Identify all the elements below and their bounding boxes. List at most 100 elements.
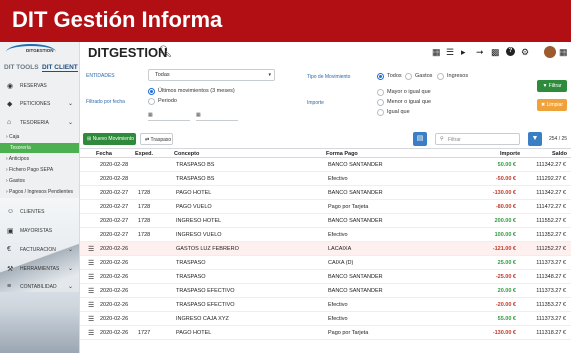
filtrar-button[interactable]: ▼ Filtrar: [537, 80, 567, 92]
funnel-icon[interactable]: ▼: [528, 132, 542, 146]
cell-forma-pago: Efectivo: [328, 316, 348, 322]
cell-saldo: 111353.27 €: [536, 302, 566, 308]
radio-label: Gastos: [415, 73, 433, 79]
sidebar-item-reservas[interactable]: ◉ RESERVAS: [0, 79, 79, 93]
cell-saldo: 111373.27 €: [536, 316, 566, 322]
nuevo-movimiento-button[interactable]: ⊞ Nuevo Movimiento: [83, 133, 136, 145]
limpiar-label: Limpiar: [546, 102, 563, 108]
tab-dit-client[interactable]: DIT CLIENT: [42, 64, 78, 72]
list-icon[interactable]: ☰: [446, 47, 454, 58]
sidebar-item-label: FACTURACION: [20, 247, 56, 253]
sidebar-subitem[interactable]: › Gastos: [0, 176, 79, 186]
sidebar-subitem[interactable]: › Caja: [0, 132, 79, 142]
plus-icon: ⊞: [87, 136, 92, 142]
sidebar-subitem[interactable]: › Fichero Pago SEPA: [0, 165, 79, 175]
sidebar-item-tesoreria[interactable]: ⌂ TESORERIA ⌄: [0, 116, 79, 130]
help-icon[interactable]: ?: [506, 47, 515, 56]
row-menu-icon[interactable]: ☰: [88, 245, 94, 253]
sidebar-item-contabilidad[interactable]: ≡ CONTABILIDAD ⌄: [0, 280, 79, 294]
chevron-down-icon: ⌄: [68, 247, 74, 253]
sidebar-item-facturacion[interactable]: € FACTURACION ⌄: [0, 243, 79, 257]
filter-input[interactable]: ⚲ Filtrar: [435, 133, 520, 145]
row-menu-icon[interactable]: ☰: [88, 259, 94, 267]
table-row[interactable]: ☰ 2020-02-26 TRASPASO CAIXA (D) 25.00 € 11137…: [80, 256, 571, 270]
document-icon[interactable]: ▤: [413, 132, 427, 146]
cell-forma-pago: BANCO SANTANDER: [328, 218, 383, 224]
table-row[interactable]: ☰ 2020-02-26 TRASPASO BANCO SANTANDER -25.00…: [80, 270, 571, 284]
cell-forma-pago: BANCO SANTANDER: [328, 190, 383, 196]
cell-saldo: 111352.27 €: [536, 232, 566, 238]
header-exped[interactable]: Exped.: [135, 151, 153, 157]
header-forma-pago[interactable]: Forma Pago: [326, 151, 358, 157]
entidades-label: ENTIDADES: [86, 73, 115, 79]
cell-fecha: 2020-02-26: [100, 288, 129, 294]
sidebar-subitem[interactable]: Tesorería: [0, 143, 79, 153]
wrench-icon: ⚒: [7, 266, 14, 273]
cell-concepto: INGRESO HOTEL: [176, 218, 222, 224]
date-from-field[interactable]: ▦: [148, 112, 190, 121]
sidebar-item-herramientas[interactable]: ⚒ HERRAMIENTAS ⌄: [0, 262, 79, 276]
sidebar-item-mayoristas[interactable]: ▣ MAYORISTAS: [0, 224, 79, 238]
table-row[interactable]: ☰ 2020-02-26 GASTOS LUZ FEBRERO LACAIXA -121…: [80, 242, 571, 256]
avatar[interactable]: [544, 46, 556, 58]
row-menu-icon[interactable]: ☰: [88, 273, 94, 281]
tipo-movimiento-label: Tipo de Movimiento: [307, 74, 351, 80]
header-importe[interactable]: Importe: [500, 151, 520, 157]
table-row[interactable]: 2020-02-27 1728 PAGO HOTEL BANCO SANTANDER -…: [80, 186, 571, 200]
sidebar-item-label: CONTABILIDAD: [20, 284, 57, 290]
cell-importe: 100.00 €: [494, 232, 516, 238]
logout-icon[interactable]: ➞: [476, 47, 484, 58]
cell-importe: 50.00 €: [497, 162, 516, 168]
apps-grid-icon[interactable]: ▦: [559, 47, 568, 58]
table-row[interactable]: ☰ 2020-02-26 1727 PAGO HOTEL Pago por Tarjet…: [80, 326, 571, 340]
transfer-icon: ⇄: [145, 137, 150, 143]
cell-forma-pago: BANCO SANTANDER: [328, 288, 383, 294]
date-to-field[interactable]: ▦: [196, 112, 238, 121]
cell-fecha: 2020-02-26: [100, 316, 129, 322]
speaker-icon[interactable]: ▸: [461, 47, 466, 58]
cell-saldo: 111373.27 €: [536, 260, 566, 266]
table-row[interactable]: 2020-02-27 1728 INGRESO VUELO Efectivo 100.0…: [80, 228, 571, 242]
traspaso-button[interactable]: ⇄ Traspaso: [140, 133, 173, 145]
table-row[interactable]: 2020-02-27 1728 INGRESO HOTEL BANCO SANTAND…: [80, 214, 571, 228]
sidebar-item-clientes[interactable]: ☺ CLIENTES: [0, 205, 79, 219]
limpiar-button[interactable]: ✖ Limpiar: [537, 99, 567, 111]
search-icon[interactable]: 🔍︎: [158, 45, 172, 58]
table-row[interactable]: ☰ 2020-02-26 TRASPASO EFECTIVO Efectivo -20.…: [80, 298, 571, 312]
cell-forma-pago: Efectivo: [328, 302, 348, 308]
sidebar-tabs: DIT TOOLS DIT CLIENT: [2, 64, 79, 74]
sidebar-item-peticiones[interactable]: ◆ PETICIONES ⌄: [0, 97, 79, 111]
cell-saldo: 111318.27 €: [536, 330, 566, 336]
chart-icon[interactable]: ▩: [491, 47, 500, 58]
row-menu-icon[interactable]: ☰: [88, 301, 94, 309]
header-concepto[interactable]: Concepto: [174, 151, 199, 157]
row-menu-icon[interactable]: ☰: [88, 287, 94, 295]
row-menu-icon[interactable]: ☰: [88, 315, 94, 323]
gear-icon[interactable]: ⚙: [521, 47, 529, 58]
cell-forma-pago: Pago por Tarjeta: [328, 330, 369, 336]
header-saldo[interactable]: Saldo: [552, 151, 567, 157]
cell-importe: 20.00 €: [497, 288, 516, 294]
table-row[interactable]: ☰ 2020-02-26 TRASPASO EFECTIVO BANCO SANTAN…: [80, 284, 571, 298]
cell-importe: -130.00 €: [492, 330, 516, 336]
calendar-icon[interactable]: ▦: [432, 47, 441, 58]
cell-concepto: GASTOS LUZ FEBRERO: [176, 246, 239, 252]
row-menu-icon[interactable]: ☰: [88, 329, 94, 337]
sidebar-subitem-label: › Gastos: [6, 178, 25, 184]
tab-dit-tools[interactable]: DIT TOOLS: [4, 64, 39, 71]
sidebar-subitem[interactable]: › Anticipos: [0, 154, 79, 164]
calendar-icon: ▦: [148, 112, 153, 118]
header-fecha[interactable]: Fecha: [96, 151, 112, 157]
cell-importe: 25.00 €: [497, 260, 516, 266]
cell-concepto: TRASPASO EFECTIVO: [176, 302, 235, 308]
table-row[interactable]: ☰ 2020-02-26 INGRESO CAJA XYZ Efectivo 55.00…: [80, 312, 571, 326]
radio-dot: [377, 109, 384, 116]
cell-saldo: 111348.27 €: [536, 274, 566, 280]
cell-forma-pago: LACAIXA: [328, 246, 352, 252]
sidebar-subitem-label: › Pagos / Ingresos Pendientes: [6, 189, 73, 195]
entidades-select[interactable]: Todas ▾: [148, 69, 275, 81]
sidebar-subitem[interactable]: › Pagos / Ingresos Pendientes: [0, 187, 79, 197]
table-row[interactable]: 2020-02-28 TRASPASO BS BANCO SANTANDER 50.0…: [80, 158, 571, 172]
table-row[interactable]: 2020-02-27 1728 PAGO VUELO Pago por Tarjeta…: [80, 200, 571, 214]
table-row[interactable]: 2020-02-28 TRASPASO BS Efectivo -50.00 € 111…: [80, 172, 571, 186]
